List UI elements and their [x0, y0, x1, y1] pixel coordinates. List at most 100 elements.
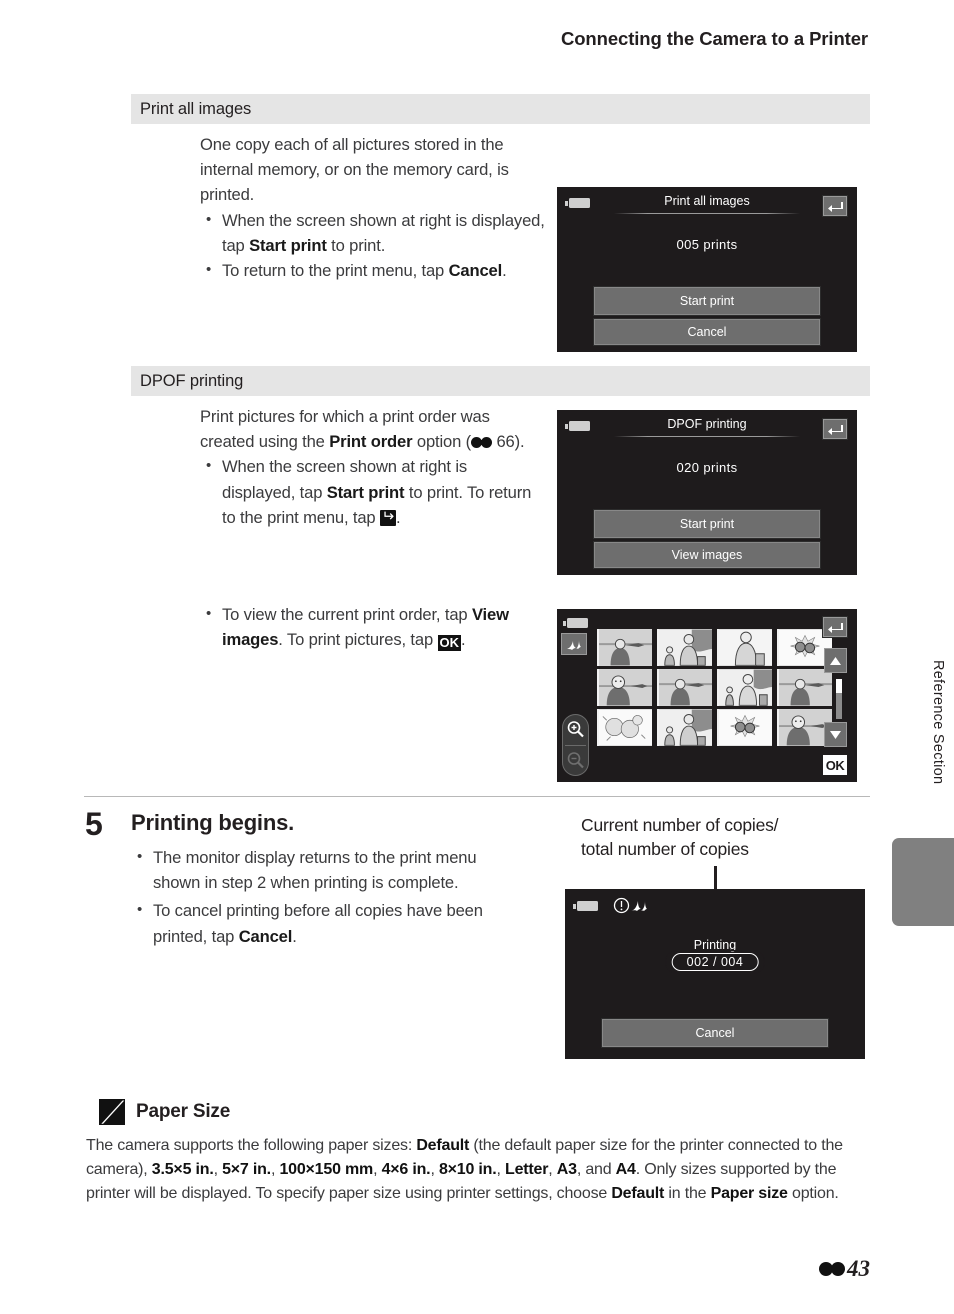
step-number: 5: [85, 806, 103, 842]
bold-term: 4×6 in.: [381, 1161, 431, 1178]
bullet-text: To cancel printing before all copies hav…: [153, 901, 483, 946]
bold-term: A4: [615, 1161, 636, 1178]
camera-screen-thumbnail-grid: OK: [557, 609, 857, 782]
bold-term: Print order: [329, 432, 413, 452]
triangle-up-icon[interactable]: [824, 648, 847, 673]
page-ref: 66).: [492, 432, 525, 452]
bold-term: Default: [611, 1185, 665, 1202]
dpof-printing-body: Print pictures for which a print order w…: [200, 404, 535, 530]
bullet-text: To return to the print menu, tap: [222, 261, 449, 281]
battery-icon: [573, 901, 598, 911]
list-item[interactable]: [597, 669, 652, 706]
step-title: Printing begins.: [131, 810, 295, 835]
bold-term: Paper size: [710, 1185, 788, 1202]
back-arrow-icon[interactable]: [822, 195, 848, 217]
title-divider: [614, 436, 800, 437]
list-item: When the screen shown at right is displa…: [200, 207, 558, 258]
step5-body: The monitor display returns to the print…: [131, 844, 501, 949]
bullet-text-tail: to print.: [326, 235, 386, 255]
page-folio: 43: [819, 1256, 870, 1282]
note-text: option.: [787, 1185, 839, 1202]
screen-title: DPOF printing: [667, 417, 747, 431]
scrollbar-thumb[interactable]: [836, 679, 842, 693]
list-item[interactable]: [717, 669, 772, 706]
bold-term: 100×150 mm: [279, 1161, 374, 1178]
warning-circle-icon: [613, 897, 630, 914]
button-label: Cancel: [695, 1026, 735, 1040]
triangle-down-icon[interactable]: [824, 722, 847, 747]
reference-section-symbol: [471, 437, 493, 449]
bullet-text-tail: .: [292, 926, 297, 946]
back-arrow-icon[interactable]: [822, 418, 848, 440]
list-item[interactable]: [777, 669, 832, 706]
running-head: Connecting the Camera to a Printer: [560, 28, 868, 49]
list-item[interactable]: [657, 629, 712, 666]
list-item: When the screen shown at right is displa…: [200, 453, 535, 530]
print-order-icon[interactable]: [561, 633, 587, 655]
section-side-tab: [892, 838, 954, 926]
magnifier-minus-icon: [567, 752, 584, 769]
cancel-button[interactable]: Cancel: [601, 1018, 829, 1048]
print-all-images-body: One copy each of all pictures stored in …: [200, 132, 558, 283]
callout-label: Current number of copies/ total number o…: [581, 813, 851, 861]
copy-counter-value: 002 / 004: [671, 953, 759, 971]
page-number: 43: [847, 1256, 870, 1281]
battery-icon: [563, 618, 588, 628]
print-order-icon: [631, 901, 647, 911]
ok-button[interactable]: OK: [823, 755, 847, 775]
start-print-button[interactable]: Start print: [593, 509, 821, 539]
pencil-note-icon: ╱: [99, 1099, 125, 1125]
bold-term: Letter: [505, 1161, 549, 1178]
bullet-text-mid: . To print pictures, tap: [278, 630, 438, 650]
cancel-button[interactable]: Cancel: [593, 318, 821, 346]
bullet-text-tail: .: [395, 507, 401, 527]
bold-term: Cancel: [448, 261, 503, 281]
manual-page: Connecting the Camera to a Printer Print…: [0, 0, 954, 1314]
list-item[interactable]: [597, 629, 652, 666]
bullet-text: To view the current print order, tap: [222, 605, 472, 624]
thumbnail-grid: [597, 629, 832, 746]
list-item: To cancel printing before all copies hav…: [131, 897, 501, 948]
title-divider: [614, 213, 800, 214]
print-count-value: 020 prints: [676, 460, 738, 475]
bold-term: 3.5×5 in.: [151, 1161, 214, 1178]
list-item[interactable]: [597, 709, 652, 746]
paragraph-text-tail: option (: [412, 432, 472, 452]
divider: [565, 745, 586, 746]
dpof-view-images-bullets: To view the current print order, tap Vie…: [200, 601, 530, 652]
button-label: Start print: [679, 517, 735, 531]
note-text: ,: [430, 1161, 439, 1178]
dpof-printing-bullets: When the screen shown at right is displa…: [200, 453, 535, 530]
section-side-label: Reference Section: [930, 660, 946, 785]
list-item[interactable]: [657, 669, 712, 706]
note-text: ,: [496, 1161, 505, 1178]
callout-line-2: total number of copies: [581, 839, 749, 859]
bold-term: A3: [556, 1161, 577, 1178]
reference-section-symbol: [819, 1262, 845, 1276]
button-label: Start print: [679, 294, 735, 308]
note-text: ,: [373, 1161, 382, 1178]
note-text: ,: [213, 1161, 223, 1178]
print-count-value: 005 prints: [676, 237, 738, 252]
dpof-view-images-note: To view the current print order, tap Vie…: [200, 601, 530, 652]
list-item[interactable]: [657, 709, 712, 746]
ok-icon: OK: [437, 635, 461, 652]
scrollbar[interactable]: [836, 679, 842, 719]
list-item[interactable]: [717, 629, 772, 666]
section-header-label: Print all images: [140, 99, 252, 118]
back-arrow-icon[interactable]: [822, 616, 848, 638]
bold-term: 8×10 in.: [438, 1161, 497, 1178]
list-item: To return to the print menu, tap Cancel.: [200, 257, 558, 283]
camera-screen-dpof-printing: DPOF printing 020 prints Start print Vie…: [557, 410, 857, 575]
callout-line-1: Current number of copies/: [581, 815, 779, 835]
note-text: ,: [548, 1161, 557, 1178]
button-label: View images: [671, 548, 743, 562]
step5-bullets: The monitor display returns to the print…: [131, 844, 501, 949]
start-print-button[interactable]: Start print: [593, 286, 821, 316]
button-label: Cancel: [687, 325, 727, 339]
screen-title: Print all images: [664, 194, 750, 208]
list-item[interactable]: [717, 709, 772, 746]
note-title: Paper Size: [136, 1101, 231, 1122]
view-images-button[interactable]: View images: [593, 541, 821, 569]
section-header-label: DPOF printing: [140, 371, 244, 390]
